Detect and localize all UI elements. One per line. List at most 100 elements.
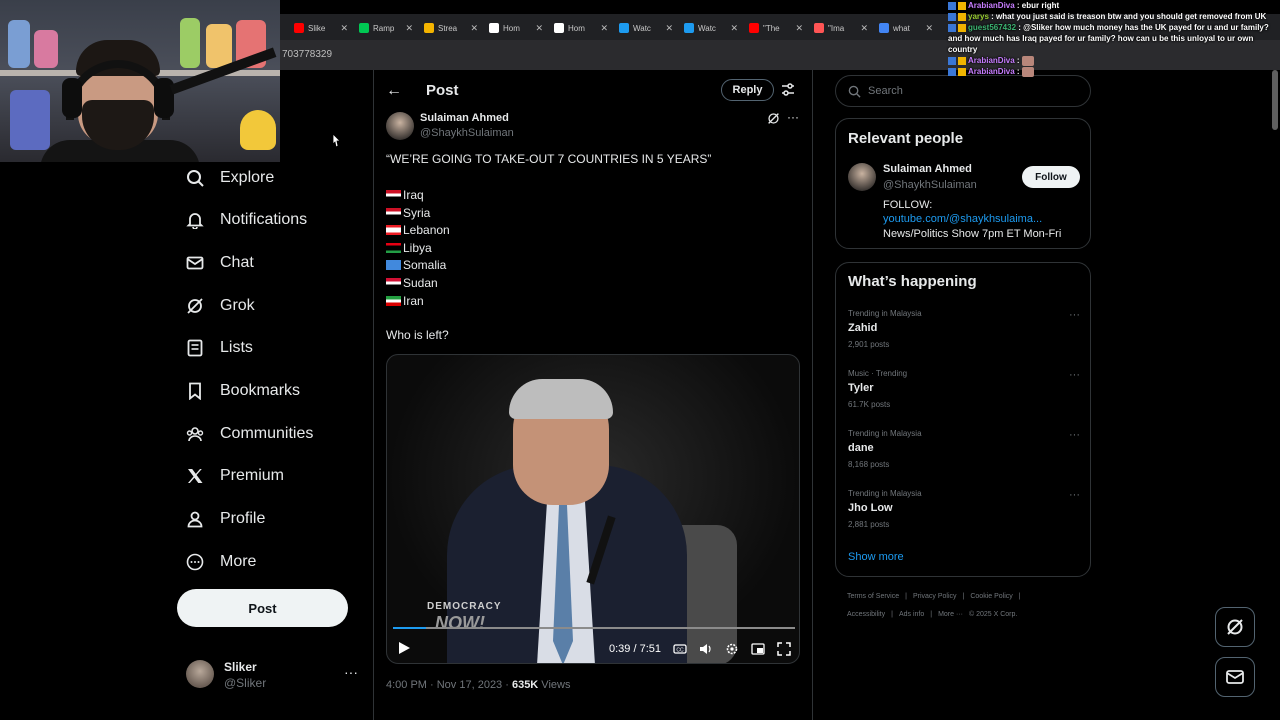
footer-link[interactable]: © 2025 X Corp. — [969, 611, 1017, 618]
back-arrow-icon[interactable]: ← — [386, 82, 402, 100]
trend-item[interactable]: Music · Trending Tyler 61.7K posts ··· — [848, 369, 1080, 409]
browser-tab[interactable]: Strea ✕ — [418, 18, 482, 38]
volume-icon[interactable] — [699, 642, 713, 656]
sidebar-item-more[interactable]: More — [186, 548, 256, 576]
messages-fab-button[interactable] — [1215, 657, 1255, 697]
tab-close-icon[interactable]: ✕ — [665, 23, 673, 34]
chat-username[interactable]: guest567432 — [968, 23, 1016, 32]
footer-link[interactable]: Accessibility — [847, 611, 885, 618]
trend-item[interactable]: Trending in Malaysia dane 8,168 posts ··· — [848, 429, 1080, 469]
account-switcher[interactable]: Sliker @Sliker ··· — [186, 658, 362, 694]
settings-gear-icon[interactable] — [725, 642, 739, 656]
trend-topic: dane — [848, 442, 874, 454]
sidebar-item-premium[interactable]: Premium — [186, 462, 284, 490]
tweet-author-handle[interactable]: @ShaykhSulaiman — [420, 127, 514, 139]
tweet-timestamp[interactable]: 4:00 PM · Nov 17, 2023 · — [386, 679, 512, 691]
search-placeholder: Search — [868, 85, 903, 97]
grok-icon — [187, 298, 203, 314]
post-button[interactable]: Post — [177, 589, 348, 627]
avatar[interactable] — [386, 112, 414, 140]
sidebar-item-notifications[interactable]: Notifications — [186, 206, 307, 234]
tab-close-icon[interactable]: ✕ — [925, 23, 933, 34]
browser-tab[interactable]: Slike ✕ — [288, 18, 352, 38]
follow-button[interactable]: Follow — [1022, 166, 1080, 188]
browser-tab[interactable]: Watc ✕ — [678, 18, 742, 38]
tab-close-icon[interactable]: ✕ — [405, 23, 413, 34]
captions-icon[interactable]: CC — [673, 642, 687, 656]
footer-link[interactable]: Cookie Policy — [970, 593, 1012, 600]
footer-separator: | — [1018, 593, 1021, 600]
browser-tab[interactable]: "Ima ✕ — [808, 18, 872, 38]
sidebar-item-bookmarks[interactable]: Bookmarks — [186, 377, 300, 405]
picture-in-picture-icon[interactable] — [751, 642, 765, 656]
address-url-text[interactable]: 703778329 — [282, 49, 332, 60]
sidebar-item-chat[interactable]: Chat — [186, 249, 254, 277]
trend-item[interactable]: Trending in Malaysia Zahid 2,901 posts ··· — [848, 309, 1080, 349]
browser-tab[interactable]: "The ✕ — [743, 18, 807, 38]
tweet-closing: Who is left? — [386, 328, 449, 342]
panel-title: Relevant people — [848, 130, 964, 147]
more-horizontal-icon[interactable]: ··· — [1069, 489, 1080, 501]
footer-link[interactable]: Ads info — [899, 611, 924, 618]
footer-link[interactable]: Terms of Service — [847, 593, 899, 600]
more-horizontal-icon[interactable]: ··· — [1069, 429, 1080, 441]
sidebar-item-label: Lists — [220, 339, 253, 356]
tweet-author-name[interactable]: Sulaiman Ahmed — [420, 112, 509, 124]
tab-label: Watc — [698, 23, 716, 33]
browser-tab[interactable]: what ✕ — [873, 18, 937, 38]
play-icon[interactable] — [397, 641, 411, 655]
show-more-link[interactable]: Show more — [848, 551, 904, 563]
browser-tab[interactable]: Watc ✕ — [613, 18, 677, 38]
browser-tab[interactable]: Hom ✕ — [483, 18, 547, 38]
tab-close-icon[interactable]: ✕ — [600, 23, 608, 34]
browser-tab[interactable]: Hom ✕ — [548, 18, 612, 38]
page-title: Post — [426, 82, 459, 99]
footer-links: Terms of Service | Privacy Policy | Cookie P… — [847, 593, 1027, 600]
tab-close-icon[interactable]: ✕ — [535, 23, 543, 34]
reply-button[interactable]: Reply — [721, 79, 774, 101]
person-bio-link[interactable]: youtube.com/@shaykhsulaima... — [883, 213, 1042, 225]
tab-label: Slike — [308, 23, 326, 33]
tab-close-icon[interactable]: ✕ — [340, 23, 348, 34]
more-horizontal-icon[interactable]: ··· — [787, 110, 799, 124]
video-player[interactable]: DEMOCRACY NOW! 0:39 / 7:51 CC — [386, 354, 800, 664]
trend-topic: Tyler — [848, 382, 874, 394]
tab-label: Watc — [633, 23, 651, 33]
fullscreen-icon[interactable] — [777, 642, 791, 656]
tab-close-icon[interactable]: ✕ — [795, 23, 803, 34]
sidebar-item-lists[interactable]: Lists — [186, 334, 253, 362]
country-name: Lebanon — [403, 223, 450, 238]
tab-favicon-icon — [294, 23, 304, 33]
chat-text: : ebur right — [1014, 1, 1060, 10]
chat-emote-icon — [1021, 55, 1034, 66]
chat-username[interactable]: ArabianDiva — [968, 67, 1015, 76]
footer-link[interactable]: More ··· — [938, 611, 963, 618]
chat-username[interactable]: yarys — [968, 12, 989, 21]
tab-close-icon[interactable]: ✕ — [730, 23, 738, 34]
search-input[interactable]: Search — [835, 75, 1091, 107]
grok-icon[interactable] — [767, 112, 780, 125]
chat-badge-icon — [958, 1, 966, 10]
more-horizontal-icon[interactable]: ··· — [1069, 369, 1080, 381]
sidebar-item-explore[interactable]: Explore — [186, 164, 274, 192]
footer-separator: | — [930, 611, 933, 618]
more-horizontal-icon[interactable]: ··· — [1069, 309, 1080, 321]
trend-item[interactable]: Trending in Malaysia Jho Low 2,881 posts ··… — [848, 489, 1080, 529]
chat-username[interactable]: ArabianDiva — [968, 56, 1015, 65]
avatar[interactable] — [848, 163, 876, 191]
sidebar-item-communities[interactable]: Communities — [186, 420, 313, 448]
person-handle[interactable]: @ShaykhSulaiman — [883, 179, 977, 191]
sliders-icon[interactable] — [780, 82, 796, 98]
grok-fab-button[interactable] — [1215, 607, 1255, 647]
page-scrollbar[interactable] — [1272, 70, 1278, 130]
footer-link[interactable]: Privacy Policy — [913, 593, 957, 600]
tab-close-icon[interactable]: ✕ — [860, 23, 868, 34]
browser-tab[interactable]: Ramp ✕ — [353, 18, 417, 38]
sidebar-item-grok[interactable]: Grok — [186, 292, 255, 320]
person-name[interactable]: Sulaiman Ahmed — [883, 163, 972, 175]
chat-message: guest567432 : @Sliker how much money has… — [948, 22, 1280, 55]
sidebar-item-profile[interactable]: Profile — [186, 505, 265, 533]
chat-username[interactable]: ArabianDiva — [968, 1, 1015, 10]
video-progress-bar[interactable] — [393, 627, 795, 629]
tab-close-icon[interactable]: ✕ — [470, 23, 478, 34]
